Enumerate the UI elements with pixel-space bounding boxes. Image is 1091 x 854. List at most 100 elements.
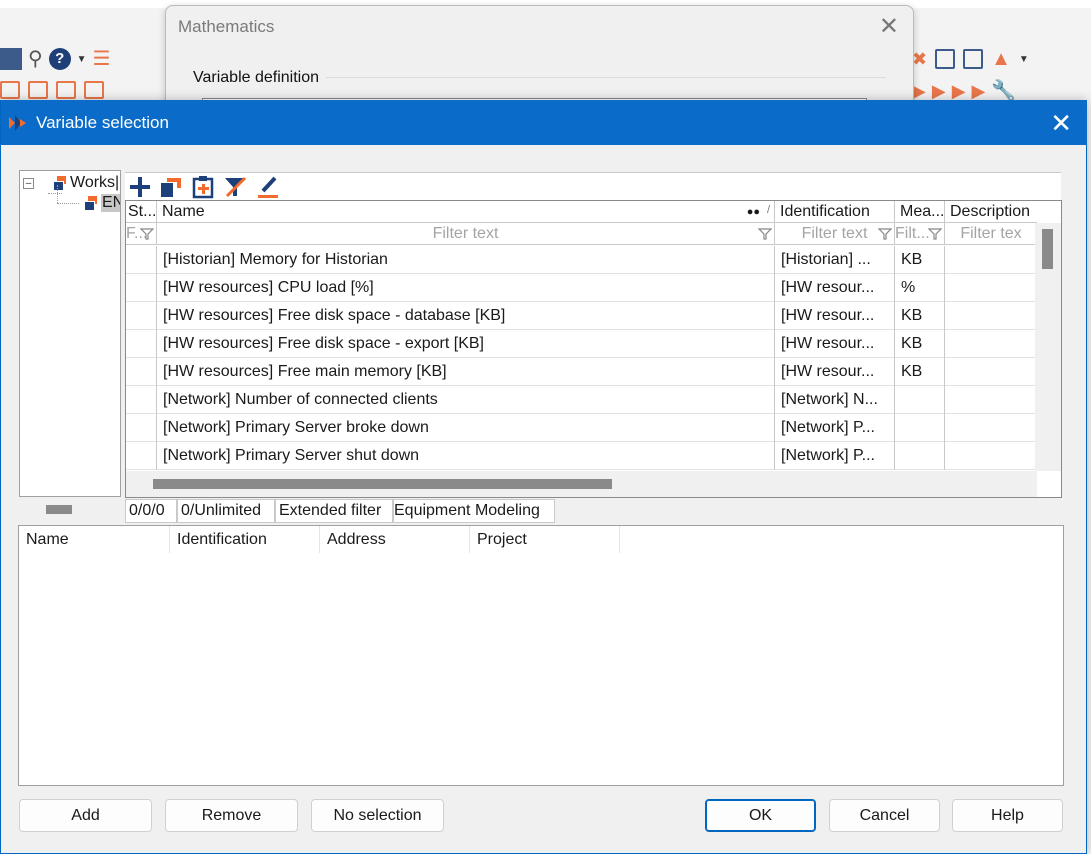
lock-icon[interactable]: ▲: [991, 48, 1011, 70]
name-cell: [HW resources] Free main memory [KB]: [157, 358, 775, 386]
identification-cell: [HW resour...: [775, 302, 895, 330]
description-cell: [945, 274, 1037, 302]
help-button[interactable]: Help: [952, 799, 1063, 832]
table-row[interactable]: [Historian] Memory for Historian [Histor…: [126, 246, 1037, 274]
filter-icon[interactable]: [758, 227, 772, 241]
filter-name[interactable]: Filter text: [157, 223, 775, 245]
dialog-titlebar: Variable selection ✕: [1, 100, 1087, 145]
group-divider: [326, 77, 886, 78]
workspace-tree[interactable]: – Works| EN: [19, 170, 121, 497]
paste-icon[interactable]: [191, 175, 217, 199]
filter-icon[interactable]: [878, 227, 892, 241]
column-header-status[interactable]: St...: [126, 201, 157, 223]
align-left-icon[interactable]: ☰: [93, 48, 111, 70]
limit-status: 0/Unlimited: [177, 499, 275, 523]
grid-horizontal-scrollbar[interactable]: [126, 471, 1037, 497]
screen-back-icon[interactable]: [84, 81, 104, 99]
close-icon[interactable]: ✕: [1050, 108, 1072, 139]
column-header-name[interactable]: Name: [19, 526, 170, 553]
zoom-icon[interactable]: ⚲: [28, 48, 43, 70]
column-header-measure[interactable]: Mea...: [895, 201, 945, 223]
column-header-identification[interactable]: Identification: [170, 526, 320, 553]
scrollbar-thumb[interactable]: [153, 479, 612, 489]
ok-button[interactable]: OK: [705, 799, 816, 832]
column-header-address[interactable]: Address: [320, 526, 470, 553]
filter-description[interactable]: Filter tex: [945, 223, 1037, 245]
play-4-icon[interactable]: ▶: [952, 81, 966, 101]
screen-icon[interactable]: [0, 81, 20, 99]
close-icon[interactable]: ✕: [879, 12, 899, 41]
variable-selection-dialog: Variable selection ✕ – Works| EN: [0, 100, 1087, 854]
new-variable-icon[interactable]: [159, 175, 185, 199]
identification-cell: [Network] P...: [775, 414, 895, 442]
dropdown-arrow-icon[interactable]: ▼: [77, 54, 87, 65]
app-toolbar-right: ✖ ▲ ▼: [912, 42, 1029, 76]
status-cell: [126, 302, 157, 330]
filter-measure[interactable]: Filt...: [895, 223, 945, 245]
app-toolbar: ⚲ ? ▼ ☰: [0, 42, 111, 76]
table-row[interactable]: [Network] Number of connected clients [N…: [126, 386, 1037, 414]
table-row[interactable]: [HW resources] Free disk space - databas…: [126, 302, 1037, 330]
table-row[interactable]: [HW resources] Free main memory [KB] [HW…: [126, 358, 1037, 386]
extended-filter-status[interactable]: Extended filter: [275, 499, 393, 523]
scrollbar-thumb[interactable]: [1042, 229, 1053, 269]
tree-node-workspace[interactable]: – Works|: [23, 173, 120, 194]
stop-icon[interactable]: [0, 48, 22, 70]
identification-cell: [Historian] ...: [775, 246, 895, 274]
table-row[interactable]: [Network] Primary Server shut down [Netw…: [126, 442, 1037, 470]
play-5-icon[interactable]: ▶: [972, 81, 986, 101]
grid-status-bar: 0/0/0 0/Unlimited Extended filter Equipm…: [125, 499, 555, 523]
filter-status[interactable]: F...: [126, 223, 157, 245]
table-row[interactable]: [Network] Primary Server broke down [Net…: [126, 414, 1037, 442]
play-3-icon[interactable]: ▶: [932, 81, 946, 101]
wrench-icon[interactable]: 🔧: [991, 80, 1016, 102]
measure-cell: %: [895, 274, 945, 302]
screen-arrow-icon[interactable]: [28, 81, 48, 99]
table-row[interactable]: [HW resources] CPU load [%] [HW resour..…: [126, 274, 1037, 302]
selected-variables-list[interactable]: Name Identification Address Project: [18, 525, 1064, 786]
screen-copy-icon[interactable]: [56, 81, 76, 99]
name-cell: [HW resources] Free disk space - databas…: [157, 302, 775, 330]
filter-clear-icon[interactable]: [223, 175, 249, 199]
filter-icon[interactable]: [928, 227, 942, 241]
filter-identification[interactable]: Filter text: [775, 223, 895, 245]
table-row[interactable]: [HW resources] Free disk space - export …: [126, 330, 1037, 358]
status-cell: [126, 386, 157, 414]
description-cell: [945, 330, 1037, 358]
add-icon[interactable]: [127, 175, 153, 199]
window-restore-icon[interactable]: [935, 49, 956, 69]
add-button[interactable]: Add: [19, 799, 152, 832]
help-icon[interactable]: ?: [48, 48, 71, 70]
window-minimize-icon[interactable]: [963, 49, 984, 69]
column-header-description[interactable]: Description: [945, 201, 1037, 223]
filter-icon[interactable]: [140, 227, 154, 241]
grid-vertical-scrollbar[interactable]: [1035, 223, 1061, 471]
measure-cell: [895, 414, 945, 442]
no-selection-button[interactable]: No selection: [311, 799, 444, 832]
status-cell: [126, 246, 157, 274]
cross-arrows-icon[interactable]: ✖: [912, 49, 927, 69]
column-header-project[interactable]: Project: [470, 526, 620, 553]
filter-placeholder: Filter tex: [960, 225, 1022, 242]
remove-button[interactable]: Remove: [165, 799, 298, 832]
column-header-name[interactable]: Name ●● /: [157, 201, 775, 223]
binoculars-icon[interactable]: ●●: [747, 201, 760, 222]
edit-icon[interactable]: [255, 175, 281, 199]
description-cell: [945, 386, 1037, 414]
tree-horizontal-scrollbar[interactable]: [19, 498, 121, 522]
scrollbar-thumb[interactable]: [46, 505, 72, 514]
tree-node-project[interactable]: EN: [57, 193, 120, 213]
count-status: 0/0/0: [125, 499, 177, 523]
collapse-icon[interactable]: –: [23, 177, 34, 189]
measure-cell: KB: [895, 330, 945, 358]
sort-icon[interactable]: /: [767, 201, 770, 221]
dropdown-arrow-right-icon[interactable]: ▼: [1019, 54, 1029, 65]
equipment-modeling-status[interactable]: Equipment Modeling: [393, 499, 555, 523]
column-header-identification[interactable]: Identification: [775, 201, 895, 223]
name-cell: [Network] Primary Server broke down: [157, 414, 775, 442]
play-2-icon[interactable]: ▶: [912, 81, 926, 101]
tree-node-label: Works|: [70, 174, 120, 191]
identification-cell: [Network] P...: [775, 442, 895, 470]
name-cell: [Historian] Memory for Historian: [157, 246, 775, 274]
cancel-button[interactable]: Cancel: [829, 799, 940, 832]
